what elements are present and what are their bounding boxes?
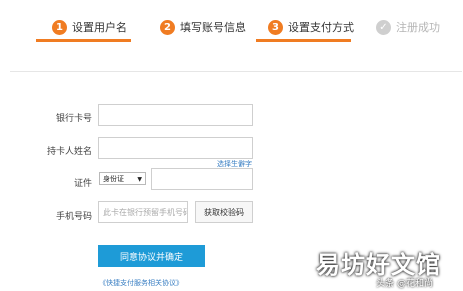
- watermark-logo: 易坊好文馆: [316, 250, 441, 279]
- id-type-select[interactable]: 身份证 ▼: [99, 172, 146, 185]
- header-divider: [10, 71, 462, 72]
- step-2-label: 填写账号信息: [180, 21, 246, 34]
- check-circle-icon: ✓: [376, 19, 391, 35]
- phone-placeholder: 此卡在银行预留手机号码: [103, 207, 188, 217]
- step-1-number: 1: [52, 19, 67, 35]
- step-3-underline: [256, 39, 351, 42]
- id-label: 证件: [73, 179, 92, 189]
- dropdown-arrow-icon: ▼: [137, 176, 142, 183]
- step-4: ✓ 注册成功: [376, 16, 440, 38]
- phone-label: 手机号码: [55, 212, 92, 222]
- step-3-label: 设置支付方式: [288, 21, 354, 34]
- submit-button[interactable]: 同意协议并确定: [98, 245, 205, 267]
- step-1: 1 设置用户名: [52, 16, 127, 38]
- step-2: 2 填写账号信息: [160, 16, 246, 38]
- step-1-label: 设置用户名: [72, 21, 127, 34]
- card-number-label: 银行卡号: [55, 114, 92, 124]
- step-4-label: 注册成功: [396, 21, 440, 34]
- agreement-link[interactable]: 《快捷支付服务相关协议》: [99, 278, 183, 288]
- step-3-number: 3: [268, 19, 283, 35]
- phone-input[interactable]: 此卡在银行预留手机号码: [98, 201, 188, 223]
- id-type-value: 身份证: [103, 174, 124, 183]
- step-3: 3 设置支付方式: [268, 16, 354, 38]
- holder-name-input[interactable]: [98, 137, 253, 159]
- step-2-number: 2: [160, 19, 175, 35]
- watermark-caption: 头条 @花和尚: [376, 279, 433, 289]
- card-number-input[interactable]: [98, 104, 253, 126]
- holder-name-label: 持卡人姓名: [46, 147, 92, 157]
- get-code-button[interactable]: 获取校验码: [195, 201, 253, 223]
- id-number-input[interactable]: [151, 168, 253, 190]
- step-1-underline: [36, 39, 131, 42]
